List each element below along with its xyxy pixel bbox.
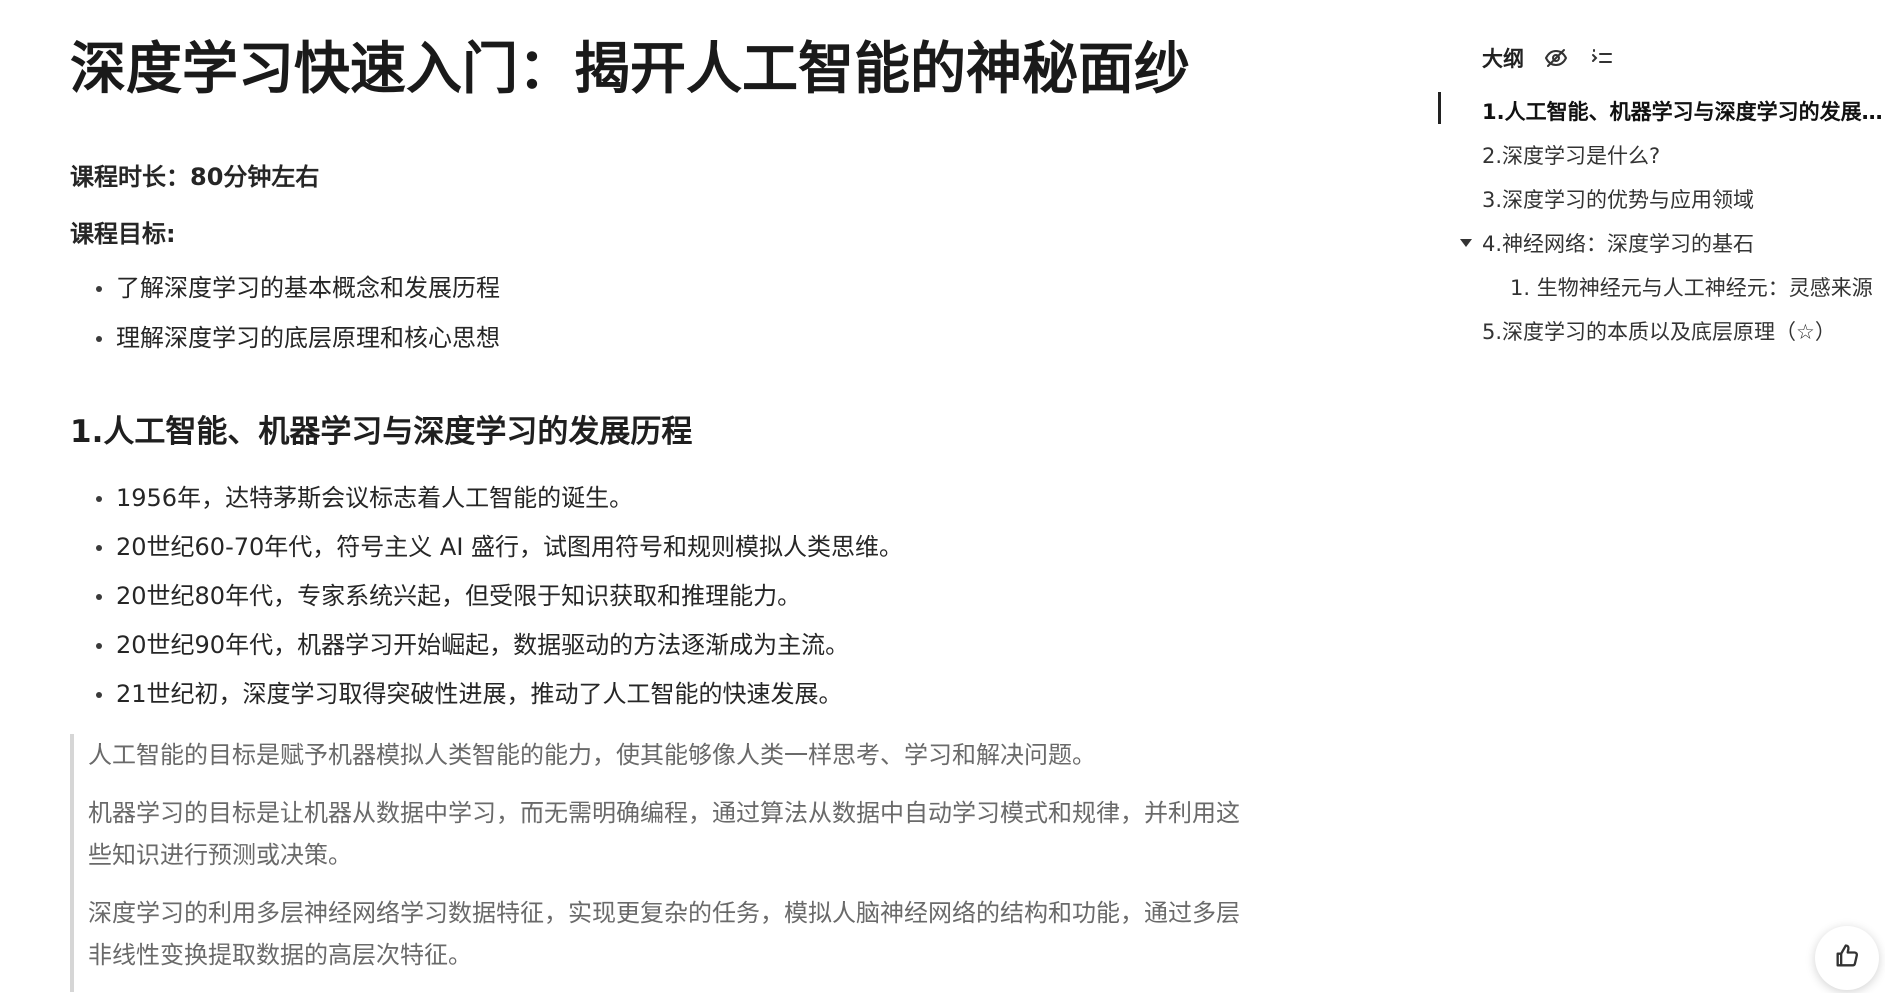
outline-item-label: 4.神经网络：深度学习的基石	[1482, 232, 1755, 256]
bullet-dot	[96, 336, 102, 342]
goal-list: 了解深度学习的基本概念和发展历程 理解深度学习的底层原理和核心思想	[70, 271, 500, 371]
list-item-text: 了解深度学习的基本概念和发展历程	[116, 274, 500, 302]
caret-down-icon[interactable]	[1460, 239, 1472, 247]
list-item-text: 20世纪90年代，机器学习开始崛起，数据驱动的方法逐渐成为主流。	[116, 631, 850, 659]
outline-panel: 大纲 1.人工智能、机器学习与深度学习的发展历程 2.深度学习是什么? 3.深度…	[1438, 38, 1885, 438]
list-item-text: 1956年，达特茅斯会议标志着人工智能的诞生。	[116, 484, 634, 512]
outline-item[interactable]: 2.深度学习是什么?	[1438, 134, 1885, 178]
history-list: 1956年，达特茅斯会议标志着人工智能的诞生。 20世纪60-70年代，符号主义…	[70, 481, 903, 726]
course-goal-label: 课程目标:	[70, 220, 176, 248]
list-item: 理解深度学习的底层原理和核心思想	[70, 321, 500, 355]
outline-item[interactable]: 5.深度学习的本质以及底层原理（☆）	[1438, 310, 1885, 354]
list-item-text: 理解深度学习的底层原理和核心思想	[116, 324, 500, 352]
outline-item-expanded[interactable]: 4.神经网络：深度学习的基石	[1438, 222, 1885, 266]
bullet-dot	[96, 692, 102, 698]
list-item-text: 20世纪80年代，专家系统兴起，但受限于知识获取和推理能力。	[116, 582, 802, 610]
blockquote: 人工智能的目标是赋予机器模拟人类智能的能力，使其能够像人类一样思考、学习和解决问…	[70, 734, 1250, 992]
list-item: 20世纪60-70年代，符号主义 AI 盛行，试图用符号和规则模拟人类思维。	[70, 530, 903, 564]
quote-paragraph: 人工智能的目标是赋予机器模拟人类智能的能力，使其能够像人类一样思考、学习和解决问…	[88, 741, 1096, 769]
quote-paragraph: 机器学习的目标是让机器从数据中学习，而无需明确编程，通过算法从数据中自动学习模式…	[88, 799, 1240, 869]
list-item: 20世纪90年代，机器学习开始崛起，数据驱动的方法逐渐成为主流。	[70, 628, 903, 662]
list-indent-icon[interactable]	[1588, 44, 1616, 72]
bullet-dot	[96, 643, 102, 649]
like-button[interactable]	[1815, 926, 1879, 990]
list-item: 21世纪初，深度学习取得突破性进展，推动了人工智能的快速发展。	[70, 677, 903, 711]
outline-list: 1.人工智能、机器学习与深度学习的发展历程 2.深度学习是什么? 3.深度学习的…	[1438, 90, 1885, 354]
outline-item[interactable]: 3.深度学习的优势与应用领域	[1438, 178, 1885, 222]
list-item-text: 21世纪初，深度学习取得突破性进展，推动了人工智能的快速发展。	[116, 680, 843, 708]
thumbs-up-icon	[1833, 942, 1861, 974]
bullet-dot	[96, 594, 102, 600]
page-title: 深度学习快速入门：揭开人工智能的神秘面纱	[70, 37, 1190, 102]
eye-off-icon[interactable]	[1542, 44, 1570, 72]
outline-header: 大纲	[1482, 38, 1616, 78]
quote-paragraph: 深度学习的利用多层神经网络学习数据特征，实现更复杂的任务，模拟人脑神经网络的结构…	[88, 899, 1240, 969]
document-content: 深度学习快速入门：揭开人工智能的神秘面纱 课程时长：80分钟左右 课程目标: 了…	[70, 0, 1250, 993]
section-heading: 1.人工智能、机器学习与深度学习的发展历程	[70, 414, 693, 450]
course-duration: 课程时长：80分钟左右	[70, 163, 320, 191]
outline-subitem[interactable]: 1. 生物神经元与人工神经元：灵感来源	[1438, 266, 1885, 310]
list-item: 了解深度学习的基本概念和发展历程	[70, 271, 500, 305]
outline-title: 大纲	[1482, 47, 1524, 71]
bullet-dot	[96, 545, 102, 551]
outline-item[interactable]: 1.人工智能、机器学习与深度学习的发展历程	[1438, 90, 1885, 134]
bullet-dot	[96, 286, 102, 292]
list-item: 20世纪80年代，专家系统兴起，但受限于知识获取和推理能力。	[70, 579, 903, 613]
list-item: 1956年，达特茅斯会议标志着人工智能的诞生。	[70, 481, 903, 515]
bullet-dot	[96, 496, 102, 502]
list-item-text: 20世纪60-70年代，符号主义 AI 盛行，试图用符号和规则模拟人类思维。	[116, 533, 904, 561]
